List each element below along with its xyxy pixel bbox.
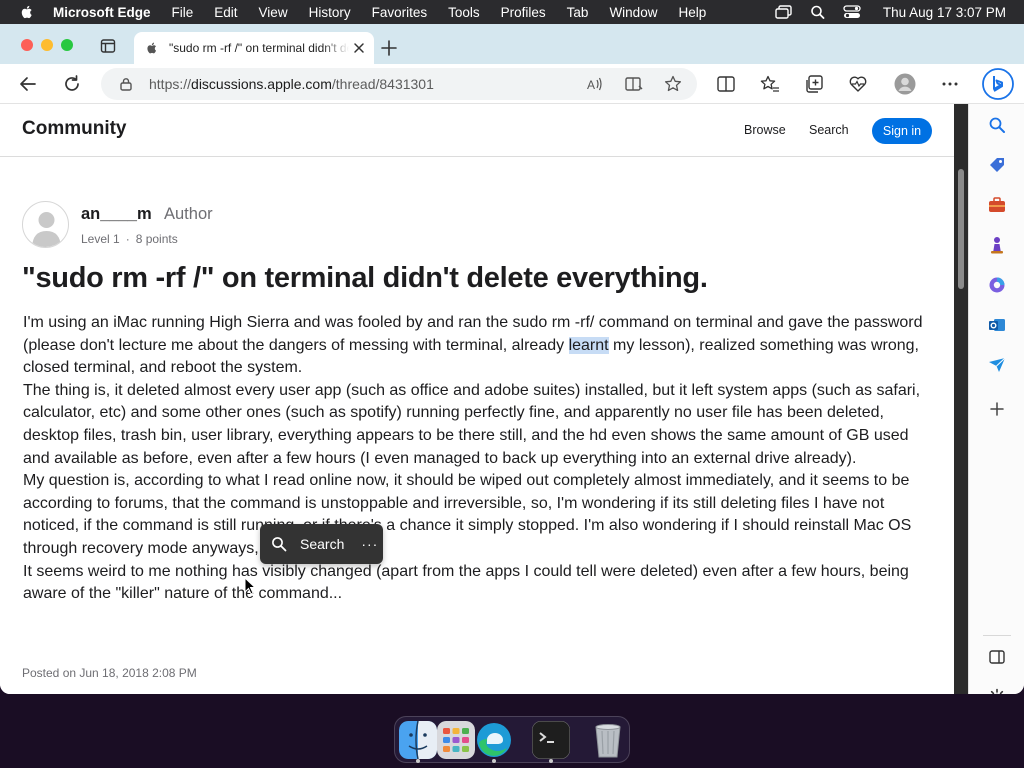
post-body: I'm using an iMac running High Sierra an… [23,312,935,606]
default-avatar-icon [32,212,61,247]
author-name-link[interactable]: an____m [81,205,152,224]
add-icon[interactable] [988,400,1006,418]
favorites-icon[interactable] [760,74,780,94]
toolbox-icon[interactable] [988,196,1006,214]
selected-text-highlight[interactable]: learnt [568,336,609,354]
favorite-star-icon[interactable] [663,74,683,94]
apple-favicon-icon [147,42,157,54]
finder-icon[interactable] [399,721,437,759]
window-close-button[interactable] [21,39,33,51]
browser-essentials-icon[interactable] [848,74,868,94]
back-icon[interactable] [18,74,38,94]
nav-browse-link[interactable]: Browse [744,123,786,137]
spotlight-search-icon[interactable] [809,5,827,19]
author-avatar[interactable] [22,201,69,248]
menu-tools[interactable]: Tools [448,5,480,20]
window-maximize-button[interactable] [61,39,73,51]
post-paragraph-2: The thing is, it deleted almost every us… [23,381,921,467]
menu-edit[interactable]: Edit [214,5,237,20]
launchpad-icon[interactable] [437,721,475,759]
search-icon[interactable] [271,536,287,552]
refresh-icon[interactable] [62,74,82,94]
selection-search-button[interactable]: Search [300,536,344,552]
tab-actions-menu-icon[interactable] [100,38,116,54]
menubar-clock[interactable]: Thu Aug 17 3:07 PM [883,5,1006,20]
sidebar-toggle-icon[interactable] [988,648,1006,666]
tab-close-icon[interactable] [353,42,365,54]
author-level: Level 1 [81,232,120,246]
mouse-pointer-icon [244,577,256,595]
screen-mirroring-icon[interactable] [775,5,793,19]
outlook-icon[interactable] [988,316,1006,334]
url-text: https://discussions.apple.com/thread/843… [149,76,434,92]
author-badge: Author [164,205,213,223]
trash-icon[interactable] [589,721,627,759]
menu-view[interactable]: View [259,5,288,20]
sidebar-divider [983,635,1011,636]
window-minimize-button[interactable] [41,39,53,51]
address-bar[interactable]: https://discussions.apple.com/thread/843… [101,68,697,100]
finder-running-indicator [416,759,420,763]
page-scrollbar-thumb[interactable] [958,169,964,289]
browser-toolbar: https://discussions.apple.com/thread/843… [0,64,1024,104]
profile-avatar-icon[interactable] [894,73,916,95]
active-tab[interactable]: "sudo rm -rf /" on terminal didn't delet… [134,32,374,64]
macos-dock [394,716,630,763]
site-header: Community Browse Search Sign in [0,104,954,157]
menu-app-name[interactable]: Microsoft Edge [53,5,151,20]
settings-icon[interactable] [988,688,1006,694]
svg-text:A: A [587,78,595,92]
selection-more-button[interactable]: ··· [361,536,378,552]
author-points: 8 points [135,232,178,246]
macos-menu-bar: Microsoft Edge File Edit View History Fa… [0,0,1024,24]
games-icon[interactable] [988,236,1006,254]
tab-strip: "sudo rm -rf /" on terminal didn't delet… [0,24,1024,64]
url-path: /thread/8431301 [331,76,434,92]
menu-history[interactable]: History [309,5,351,20]
sign-in-button[interactable]: Sign in [872,118,932,144]
control-center-icon[interactable] [843,5,861,19]
post-title: "sudo rm -rf /" on terminal didn't delet… [22,262,708,294]
new-tab-icon[interactable] [381,40,397,56]
terminal-icon[interactable] [532,721,570,759]
post-paragraph-1: I'm using an iMac running High Sierra an… [23,312,935,380]
office-icon[interactable] [988,276,1006,294]
edge-sidebar [968,104,1024,694]
collections-icon[interactable] [804,74,824,94]
menu-help[interactable]: Help [678,5,706,20]
tab-title: "sudo rm -rf /" on terminal didn't delet… [169,41,349,55]
terminal-running-indicator [549,759,553,763]
post-paragraph-4: It seems weird to me nothing has visibly… [23,562,909,603]
apple-logo-icon[interactable] [19,4,35,20]
url-domain: discussions.apple.com [191,76,332,92]
browser-window: "sudo rm -rf /" on terminal didn't delet… [0,24,1024,694]
drop-icon[interactable] [988,356,1006,374]
menu-file[interactable]: File [172,5,194,20]
community-brand-link[interactable]: Community [22,118,127,140]
edge-running-indicator [492,759,496,763]
nav-search-link[interactable]: Search [809,123,849,137]
search-icon[interactable] [988,116,1006,134]
selection-search-toolbar: Search ··· [260,524,383,564]
menu-profiles[interactable]: Profiles [501,5,546,20]
immersive-reader-icon[interactable] [624,74,644,94]
menu-favorites[interactable]: Favorites [372,5,428,20]
meta-separator: · [125,232,130,246]
menu-tab[interactable]: Tab [567,5,589,20]
lock-icon[interactable] [119,77,133,91]
post-paragraph-3: My question is, according to what I read… [23,472,912,557]
author-meta: Level 1 · 8 points [81,232,178,246]
split-screen-icon[interactable] [716,74,736,94]
menu-window[interactable]: Window [609,5,657,20]
posted-on-date: Posted on Jun 18, 2018 2:08 PM [22,666,197,680]
more-options-icon[interactable] [940,74,960,94]
edge-icon[interactable] [475,721,513,759]
shopping-tag-icon[interactable] [988,156,1006,174]
copilot-bing-icon[interactable] [982,68,1014,100]
url-scheme: https:// [149,76,192,92]
web-page: Community Browse Search Sign in an____m … [0,104,954,694]
read-aloud-icon[interactable]: A [584,74,604,94]
